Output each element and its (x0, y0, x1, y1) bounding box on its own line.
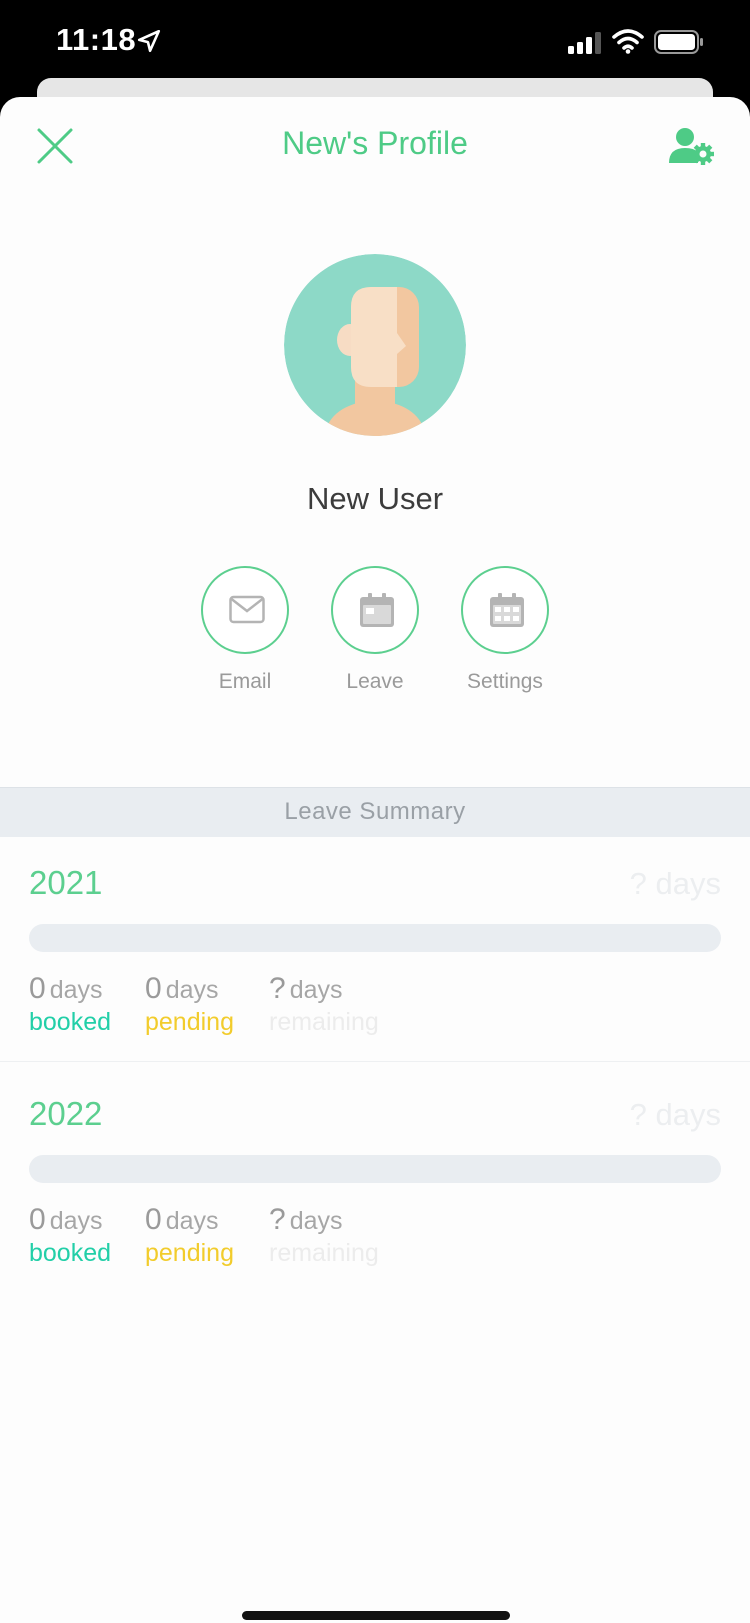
year-total-days: ? days (629, 866, 721, 901)
page-title: New's Profile (282, 125, 468, 161)
leave-progress-bar (29, 924, 721, 952)
home-indicator[interactable] (242, 1611, 510, 1620)
year-label: 2021 (29, 864, 103, 901)
envelope-icon (229, 595, 265, 624)
pending-unit: days (165, 1207, 219, 1235)
year-label: 2022 (29, 1095, 103, 1132)
booked-unit: days (49, 976, 103, 1004)
leave-action: Leave (330, 566, 420, 694)
pending-stat: 0 days pending (145, 972, 234, 1037)
year-total-days: ? days (629, 1097, 721, 1132)
booked-count: 0 (29, 972, 46, 1005)
leave-label: Leave (346, 670, 404, 693)
calendar-grid-icon (490, 593, 524, 627)
booked-stat: 0 days booked (29, 1203, 111, 1268)
booked-label: booked (29, 1239, 112, 1267)
profile-sheet: New's Profile New User Email Leave Setti… (0, 97, 750, 1623)
remaining-label: remaining (269, 1008, 379, 1036)
user-name: New User (306, 481, 444, 516)
location-arrow-icon (137, 29, 161, 53)
wifi-icon (612, 29, 644, 54)
email-button[interactable] (201, 566, 289, 654)
pending-count: 0 (145, 1203, 162, 1236)
booked-stat: 0 days booked (29, 972, 111, 1037)
calendar-icon (360, 593, 394, 627)
status-time: 11:18 (56, 22, 137, 57)
header: New's Profile (0, 97, 750, 197)
booked-unit: days (49, 1207, 103, 1235)
leave-button[interactable] (331, 566, 419, 654)
user-settings-icon[interactable] (668, 127, 716, 167)
remaining-unit: days (289, 976, 343, 1004)
year-summary-2022[interactable]: 2022 ? days 0 days booked 0 days pending ?… (0, 1069, 750, 1293)
pending-stat: 0 days pending (145, 1203, 234, 1268)
pending-label: pending (145, 1239, 234, 1267)
leave-progress-bar (29, 1155, 721, 1183)
remaining-count: ? (269, 972, 286, 1005)
pending-count: 0 (145, 972, 162, 1005)
settings-action: Settings (460, 566, 550, 694)
email-label: Email (218, 670, 272, 693)
settings-label: Settings (467, 670, 543, 693)
settings-button[interactable] (461, 566, 549, 654)
year-summary-2021[interactable]: 2021 ? days 0 days booked 0 days pending ?… (0, 838, 750, 1062)
email-action: Email (200, 566, 290, 694)
leave-summary-header: Leave Summary (0, 787, 750, 837)
avatar (284, 254, 466, 436)
remaining-unit: days (289, 1207, 343, 1235)
remaining-count: ? (269, 1203, 286, 1236)
remaining-stat: ? days remaining (269, 972, 379, 1037)
battery-icon (654, 30, 703, 54)
status-bar: 11:18 (0, 0, 750, 88)
booked-count: 0 (29, 1203, 46, 1236)
cellular-signal-icon (568, 32, 601, 54)
booked-label: booked (29, 1008, 112, 1036)
pending-unit: days (165, 976, 219, 1004)
pending-label: pending (145, 1008, 234, 1036)
remaining-label: remaining (269, 1239, 379, 1267)
remaining-stat: ? days remaining (269, 1203, 379, 1268)
